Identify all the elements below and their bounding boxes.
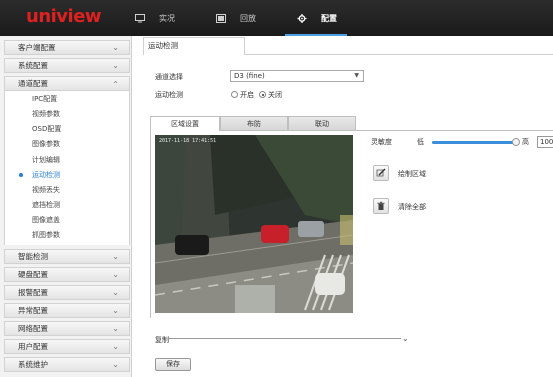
chevron-down-icon: ⌄ bbox=[112, 252, 119, 261]
trash-icon bbox=[377, 201, 385, 210]
channel-select[interactable]: D3 (fine) ▼ bbox=[230, 70, 364, 82]
nav-live-label: 实况 bbox=[159, 13, 175, 23]
copy-label: 复制 bbox=[155, 336, 169, 344]
tab-arming[interactable]: 布防 bbox=[220, 116, 288, 131]
sidebar-group-label: 通道配置 bbox=[18, 79, 48, 88]
sensitivity-slider-knob[interactable] bbox=[512, 138, 520, 146]
sidebar-item-ipc[interactable]: IPC配置 bbox=[32, 93, 57, 106]
sidebar-group-label: 用户配置 bbox=[18, 342, 48, 351]
chevron-down-icon: ⌄ bbox=[112, 270, 119, 279]
sidebar-item-video-params[interactable]: 视频参数 bbox=[32, 108, 60, 121]
channel-select-value: D3 (fine) bbox=[234, 72, 265, 80]
sidebar-group-label: 系统维护 bbox=[18, 360, 48, 369]
sidebar-group-alarm[interactable]: 报警配置 ⌄ bbox=[4, 285, 130, 300]
top-bar: uniview 实况 回放 配置 bbox=[0, 0, 553, 36]
sidebar-group-label: 系统配置 bbox=[18, 61, 48, 70]
clear-all-label: 清除全部 bbox=[398, 203, 426, 211]
sidebar-group-label: 网络配置 bbox=[18, 324, 48, 333]
sidebar-item-snapshot[interactable]: 抓图参数 bbox=[32, 229, 60, 242]
sidebar-item-image-params[interactable]: 图像参数 bbox=[32, 138, 60, 151]
sidebar-item-tamper[interactable]: 遮挡检测 bbox=[32, 199, 60, 212]
video-timestamp: 2017-11-18 17:41:51 bbox=[159, 138, 217, 144]
sidebar-group-network[interactable]: 网络配置 ⌄ bbox=[4, 321, 130, 336]
sidebar-group-maintenance[interactable]: 系统维护 ⌄ bbox=[4, 357, 130, 372]
chevron-up-icon: ⌃ bbox=[112, 80, 119, 89]
chevron-down-icon: ⌄ bbox=[112, 360, 119, 369]
sidebar-item-privacy-mask[interactable]: 图像遮盖 bbox=[32, 214, 60, 227]
nav-live[interactable]: 实况 bbox=[135, 0, 175, 36]
sidebar-item-video-loss[interactable]: 视频丢失 bbox=[32, 184, 60, 197]
nav-config-label: 配置 bbox=[321, 13, 337, 23]
channel-submenu bbox=[4, 89, 130, 245]
sidebar-item-osd[interactable]: OSD配置 bbox=[32, 123, 61, 136]
sidebar-group-smart[interactable]: 智能检测 ⌄ bbox=[4, 249, 130, 264]
monitor-icon bbox=[135, 13, 145, 22]
tab-area-settings[interactable]: 区域设置 bbox=[150, 116, 220, 131]
radio-on[interactable] bbox=[231, 91, 238, 98]
pencil-icon bbox=[376, 168, 386, 177]
sidebar-group-label: 异常配置 bbox=[18, 306, 48, 315]
sidebar-item-schedule[interactable]: 计划编辑 bbox=[32, 154, 60, 167]
chevron-down-icon: ⌄ bbox=[112, 306, 119, 315]
film-icon bbox=[216, 13, 226, 23]
save-button[interactable]: 保存 bbox=[155, 358, 191, 371]
radio-off[interactable] bbox=[259, 91, 266, 98]
sensitivity-slider-fill bbox=[432, 141, 516, 144]
tab-linkage[interactable]: 联动 bbox=[288, 116, 356, 131]
chevron-down-icon: ⌄ bbox=[112, 61, 119, 70]
chevron-down-icon: ⌄ bbox=[112, 324, 119, 333]
channel-select-label: 通道选择 bbox=[155, 73, 183, 81]
sensitivity-high-label: 高 bbox=[522, 138, 529, 146]
draw-area-button[interactable] bbox=[373, 165, 389, 181]
radio-off-label: 关闭 bbox=[268, 91, 282, 99]
chevron-double-down-icon[interactable]: ⌄ bbox=[402, 334, 409, 343]
nav-config[interactable]: 配置 bbox=[297, 0, 337, 36]
sidebar-group-system[interactable]: 系统配置 ⌄ bbox=[4, 58, 130, 73]
uniview-logo: uniview bbox=[26, 6, 102, 27]
clear-all-button[interactable] bbox=[373, 198, 389, 214]
radio-on-label: 开启 bbox=[240, 91, 254, 99]
sidebar-group-label: 智能检测 bbox=[18, 252, 48, 261]
street-scene-image bbox=[155, 135, 353, 313]
nav-playback[interactable]: 回放 bbox=[216, 0, 256, 36]
chevron-down-icon: ⌄ bbox=[112, 342, 119, 351]
sidebar-group-user[interactable]: 用户配置 ⌄ bbox=[4, 339, 130, 354]
nav-playback-label: 回放 bbox=[240, 13, 256, 23]
sensitivity-value-input[interactable]: 100 bbox=[537, 136, 553, 148]
page-tab-divider bbox=[245, 54, 553, 55]
sidebar-group-client[interactable]: 客户端配置 ⌄ bbox=[4, 40, 130, 55]
draw-area-label: 绘制区域 bbox=[398, 170, 426, 178]
sidebar-group-label: 报警配置 bbox=[18, 288, 48, 297]
sidebar-group-label: 硬盘配置 bbox=[18, 270, 48, 279]
sidebar-group-label: 客户端配置 bbox=[18, 43, 56, 52]
sensitivity-slider[interactable] bbox=[432, 138, 520, 146]
copy-divider bbox=[168, 338, 401, 339]
sidebar-item-motion-detection[interactable]: 运动检测 bbox=[32, 169, 60, 182]
chevron-down-icon: ⌄ bbox=[112, 288, 119, 297]
camera-video-preview[interactable]: 2017-11-18 17:41:51 bbox=[155, 135, 353, 313]
dropdown-arrow-icon: ▼ bbox=[354, 72, 359, 79]
sidebar-group-exception[interactable]: 异常配置 ⌄ bbox=[4, 303, 130, 318]
active-bullet-icon bbox=[19, 173, 23, 177]
sidebar-group-disk[interactable]: 硬盘配置 ⌄ bbox=[4, 267, 130, 282]
page-tab-motion-detection[interactable]: 运动检测 bbox=[143, 37, 245, 55]
gear-icon bbox=[297, 13, 307, 23]
sensitivity-label: 灵敏度 bbox=[371, 138, 392, 146]
sidebar-group-channel[interactable]: 通道配置 ⌃ bbox=[4, 76, 130, 91]
sensitivity-low-label: 低 bbox=[417, 138, 424, 146]
chevron-down-icon: ⌄ bbox=[112, 43, 119, 52]
motion-detection-label: 运动检测 bbox=[155, 91, 183, 99]
